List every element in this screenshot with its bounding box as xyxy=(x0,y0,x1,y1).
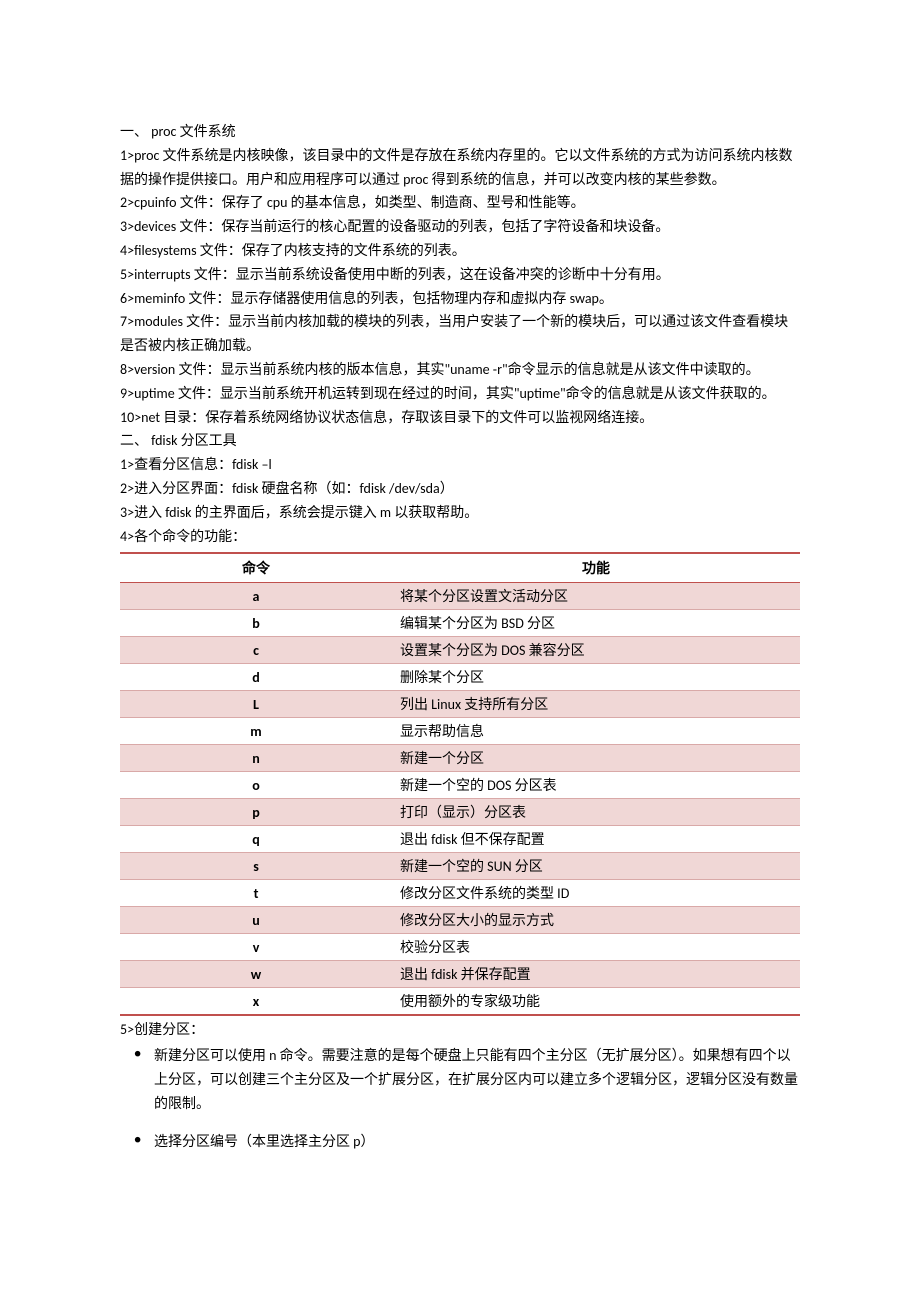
cmd-cell: p xyxy=(120,799,392,826)
table-row: p打印（显示）分区表 xyxy=(120,799,800,826)
desc-cell: 修改分区文件系统的类型 ID xyxy=(392,880,800,907)
section1-item: 4>filesystems 文件：保存了内核支持的文件系统的列表。 xyxy=(120,239,800,263)
desc-cell: 设置某个分区为 DOS 兼容分区 xyxy=(392,637,800,664)
table-row: u修改分区大小的显示方式 xyxy=(120,907,800,934)
section2-item: 1>查看分区信息：fdisk –l xyxy=(120,453,800,477)
cmd-cell: v xyxy=(120,934,392,961)
section1-item: 8>version 文件：显示当前系统内核的版本信息，其实"uname -r"命… xyxy=(120,358,800,382)
table-header-func: 功能 xyxy=(392,553,800,583)
cmd-cell: q xyxy=(120,826,392,853)
list-item: 选择分区编号（本里选择主分区 p） xyxy=(120,1130,800,1154)
cmd-cell: b xyxy=(120,610,392,637)
document-page: 一、 proc 文件系统 1>proc 文件系统是内核映像，该目录中的文件是存放… xyxy=(0,0,920,1207)
desc-cell: 打印（显示）分区表 xyxy=(392,799,800,826)
desc-cell: 新建一个空的 DOS 分区表 xyxy=(392,772,800,799)
cmd-cell: a xyxy=(120,583,392,610)
table-row: n新建一个分区 xyxy=(120,745,800,772)
table-header-cmd: 命令 xyxy=(120,553,392,583)
list-item: 新建分区可以使用 n 命令。需要注意的是每个硬盘上只能有四个主分区（无扩展分区）… xyxy=(120,1044,800,1115)
section2-item5: 5>创建分区： xyxy=(120,1018,800,1042)
desc-cell: 编辑某个分区为 BSD 分区 xyxy=(392,610,800,637)
table-body: a将某个分区设置文活动分区b编辑某个分区为 BSD 分区c设置某个分区为 DOS… xyxy=(120,583,800,1016)
cmd-cell: o xyxy=(120,772,392,799)
table-row: a将某个分区设置文活动分区 xyxy=(120,583,800,610)
table-row: q退出 fdisk 但不保存配置 xyxy=(120,826,800,853)
cmd-cell: L xyxy=(120,691,392,718)
table-row: m显示帮助信息 xyxy=(120,718,800,745)
section1-item: 7>modules 文件：显示当前内核加载的模块的列表，当用户安装了一个新的模块… xyxy=(120,310,800,358)
table-row: d删除某个分区 xyxy=(120,664,800,691)
table-row: o新建一个空的 DOS 分区表 xyxy=(120,772,800,799)
section2-item: 4>各个命令的功能： xyxy=(120,525,800,549)
section1-item: 3>devices 文件：保存当前运行的核心配置的设备驱动的列表，包括了字符设备… xyxy=(120,215,800,239)
table-row: t修改分区文件系统的类型 ID xyxy=(120,880,800,907)
desc-cell: 退出 fdisk 但不保存配置 xyxy=(392,826,800,853)
section2-title: 二、 fdisk 分区工具 xyxy=(120,429,800,453)
section2-item: 3>进入 fdisk 的主界面后，系统会提示键入 m 以获取帮助。 xyxy=(120,501,800,525)
desc-cell: 修改分区大小的显示方式 xyxy=(392,907,800,934)
desc-cell: 使用额外的专家级功能 xyxy=(392,988,800,1016)
cmd-cell: t xyxy=(120,880,392,907)
table-row: x使用额外的专家级功能 xyxy=(120,988,800,1016)
cmd-cell: d xyxy=(120,664,392,691)
table-header-row: 命令 功能 xyxy=(120,553,800,583)
table-row: s新建一个空的 SUN 分区 xyxy=(120,853,800,880)
table-row: v校验分区表 xyxy=(120,934,800,961)
desc-cell: 列出 Linux 支持所有分区 xyxy=(392,691,800,718)
section1-item: 5>interrupts 文件：显示当前系统设备使用中断的列表，这在设备冲突的诊… xyxy=(120,263,800,287)
bullet-list: 新建分区可以使用 n 命令。需要注意的是每个硬盘上只能有四个主分区（无扩展分区）… xyxy=(120,1044,800,1153)
section1-item: 10>net 目录：保存着系统网络协议状态信息，存取该目录下的文件可以监视网络连… xyxy=(120,406,800,430)
fdisk-command-table: 命令 功能 a将某个分区设置文活动分区b编辑某个分区为 BSD 分区c设置某个分… xyxy=(120,552,800,1016)
desc-cell: 将某个分区设置文活动分区 xyxy=(392,583,800,610)
section1-item: 6>meminfo 文件：显示存储器使用信息的列表，包括物理内存和虚拟内存 sw… xyxy=(120,287,800,311)
section1-item: 2>cpuinfo 文件：保存了 cpu 的基本信息，如类型、制造商、型号和性能… xyxy=(120,191,800,215)
section1-item: 1>proc 文件系统是内核映像，该目录中的文件是存放在系统内存里的。它以文件系… xyxy=(120,144,800,192)
desc-cell: 退出 fdisk 并保存配置 xyxy=(392,961,800,988)
table-row: c设置某个分区为 DOS 兼容分区 xyxy=(120,637,800,664)
section1-title: 一、 proc 文件系统 xyxy=(120,120,800,144)
desc-cell: 校验分区表 xyxy=(392,934,800,961)
cmd-cell: c xyxy=(120,637,392,664)
cmd-cell: x xyxy=(120,988,392,1016)
desc-cell: 新建一个空的 SUN 分区 xyxy=(392,853,800,880)
section1-item: 9>uptime 文件：显示当前系统开机运转到现在经过的时间，其实"uptime… xyxy=(120,382,800,406)
cmd-cell: s xyxy=(120,853,392,880)
cmd-cell: w xyxy=(120,961,392,988)
table-row: L列出 Linux 支持所有分区 xyxy=(120,691,800,718)
desc-cell: 显示帮助信息 xyxy=(392,718,800,745)
cmd-cell: m xyxy=(120,718,392,745)
cmd-cell: n xyxy=(120,745,392,772)
desc-cell: 删除某个分区 xyxy=(392,664,800,691)
table-row: w退出 fdisk 并保存配置 xyxy=(120,961,800,988)
table-row: b编辑某个分区为 BSD 分区 xyxy=(120,610,800,637)
desc-cell: 新建一个分区 xyxy=(392,745,800,772)
section2-item: 2>进入分区界面：fdisk 硬盘名称（如：fdisk /dev/sda） xyxy=(120,477,800,501)
cmd-cell: u xyxy=(120,907,392,934)
